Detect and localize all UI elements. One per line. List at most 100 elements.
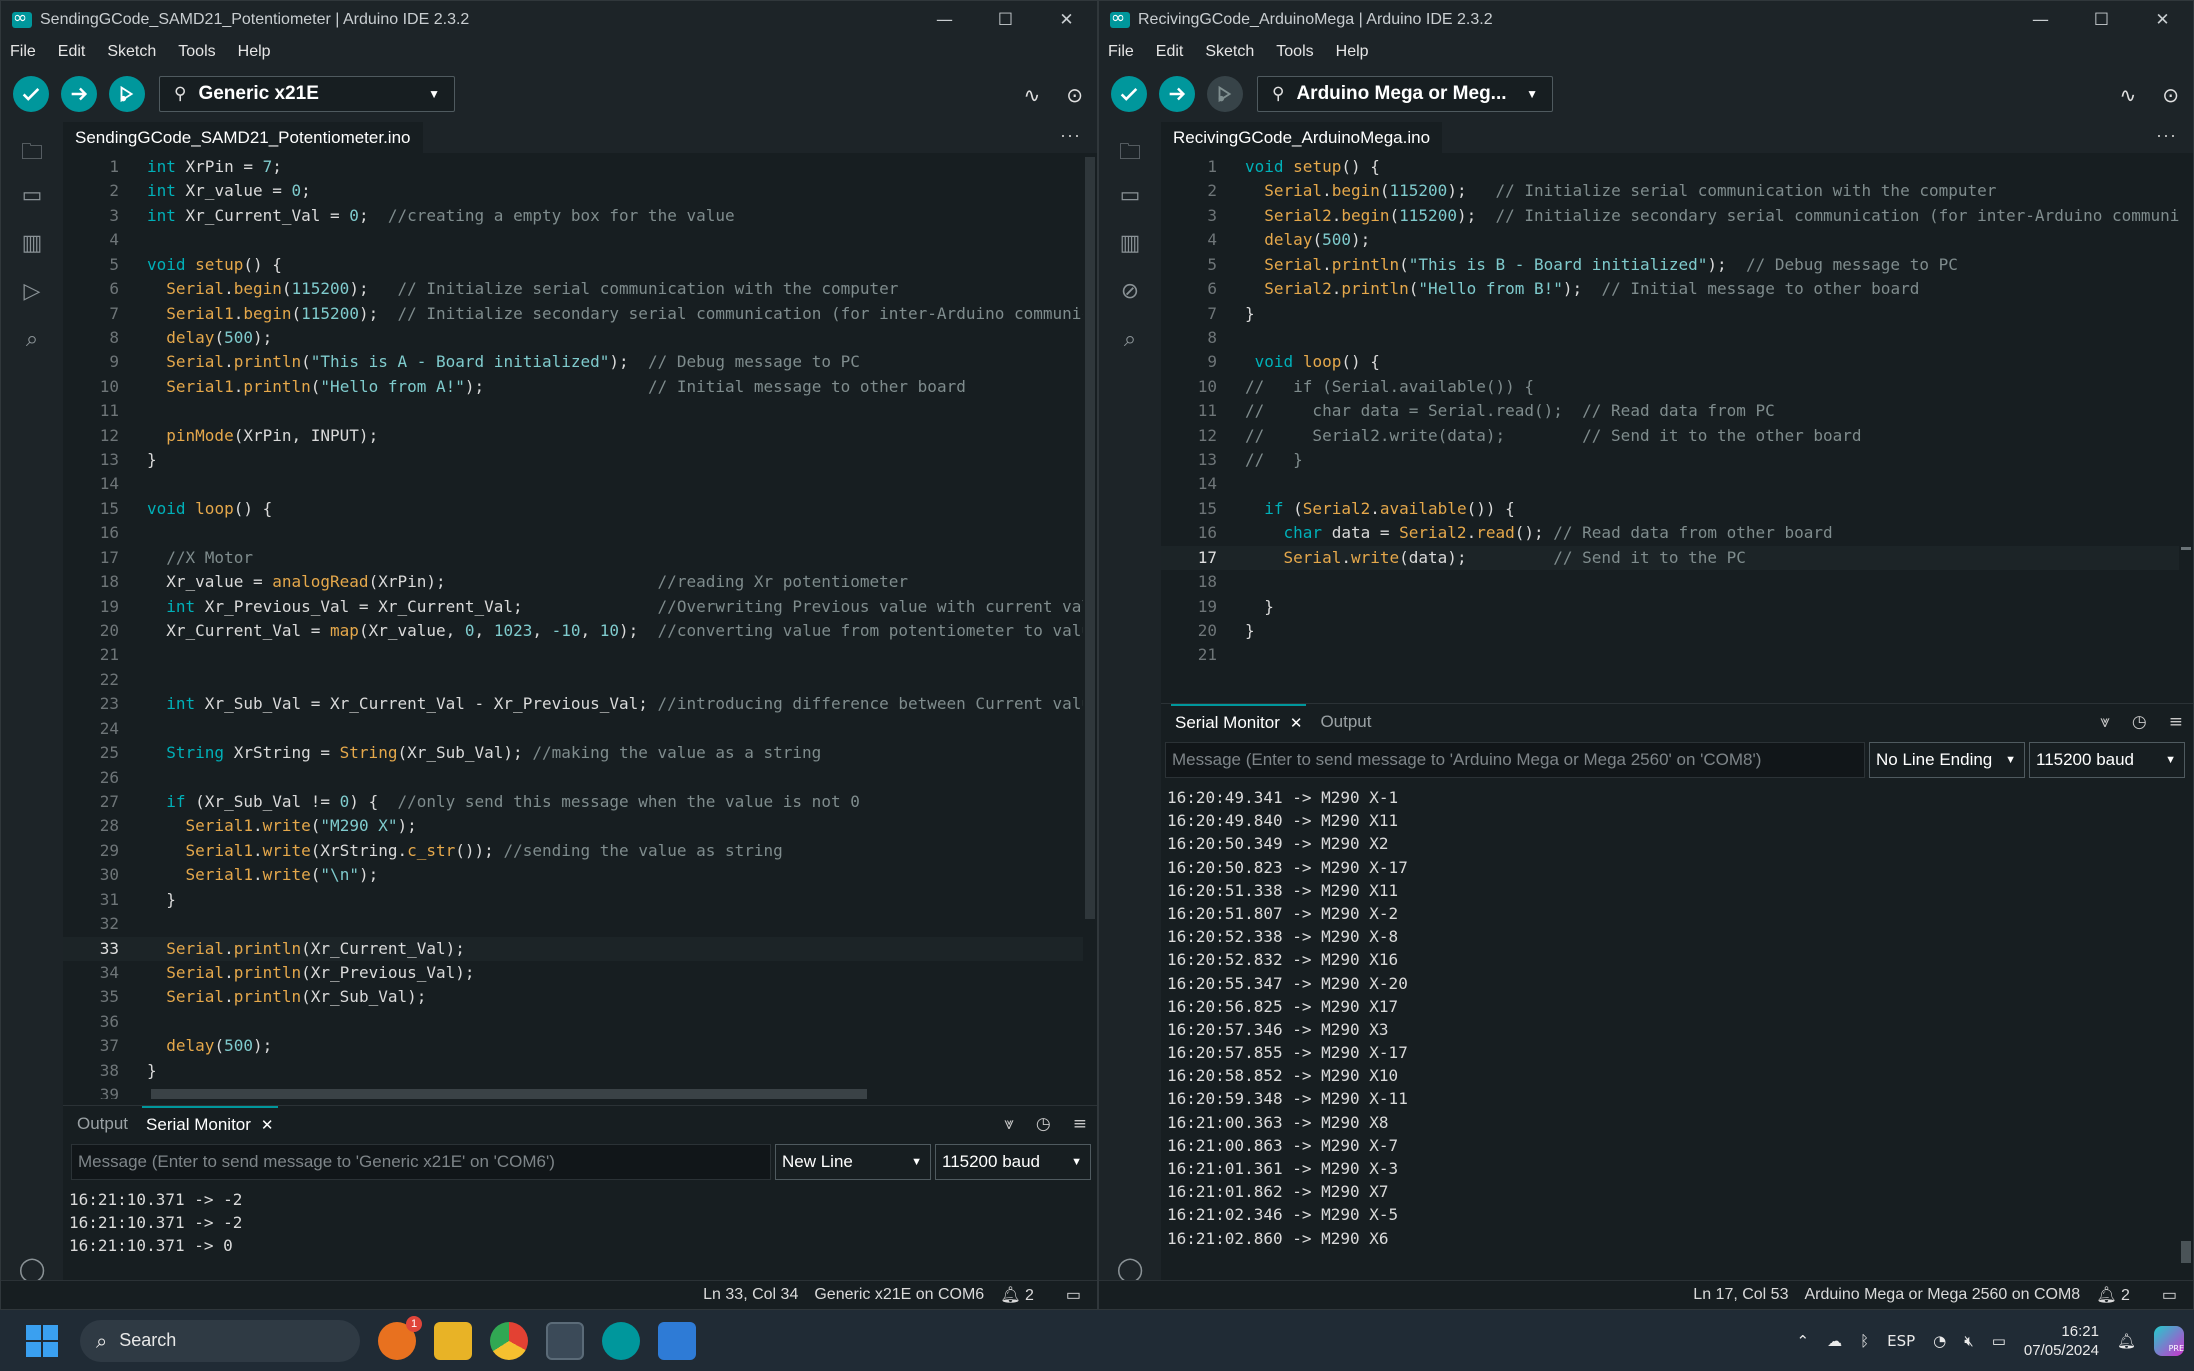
menu-tools[interactable]: Tools xyxy=(178,43,215,61)
close-icon[interactable]: ✕ xyxy=(261,1116,274,1134)
clear-output-icon[interactable]: ≡ xyxy=(1073,1114,1087,1134)
code-line[interactable]: 12 // Serial2.write(data); // Send it to … xyxy=(1161,424,2179,448)
code-line[interactable]: 18 Xr_value = analogRead(XrPin); //readi… xyxy=(63,570,1083,594)
folder-icon[interactable]: 🗀 xyxy=(1,135,63,165)
code-line[interactable]: 1 int XrPin = 7; xyxy=(63,155,1083,179)
code-line[interactable]: 9 Serial.println("This is A - Board init… xyxy=(63,350,1083,374)
serial-monitor-icon[interactable]: ⊙ xyxy=(1066,83,1083,107)
code-line[interactable]: 6 Serial.begin(115200); // Initialize se… xyxy=(63,277,1083,301)
upload-button[interactable] xyxy=(61,76,97,112)
autoscroll-icon[interactable]: ⩔ xyxy=(1004,1114,1014,1134)
bluetooth-icon[interactable]: ᛒ xyxy=(1860,1332,1869,1350)
language-indicator[interactable]: ESP xyxy=(1887,1332,1915,1350)
code-line[interactable]: 26 xyxy=(63,766,1083,790)
horizontal-scrollbar[interactable] xyxy=(151,1089,867,1099)
vertical-scrollbar[interactable] xyxy=(1085,157,1095,919)
app-icon-1[interactable]: 1 xyxy=(378,1315,422,1360)
baud-rate-select[interactable]: 115200 baud ▼ xyxy=(2029,742,2185,778)
menu-sketch[interactable]: Sketch xyxy=(1205,43,1254,61)
timestamp-icon[interactable]: ◷ xyxy=(2132,712,2147,732)
folder-icon[interactable]: 🗀 xyxy=(1099,135,1161,165)
code-line[interactable]: 7} xyxy=(1161,302,2179,326)
code-line[interactable]: 10 Serial1.println("Hello from A!"); // … xyxy=(63,375,1083,399)
code-line[interactable]: 36 xyxy=(63,1010,1083,1034)
code-line[interactable]: 12 pinMode(XrPin, INPUT); xyxy=(63,424,1083,448)
code-line[interactable]: 20} xyxy=(1161,619,2179,643)
battery-icon[interactable]: ▭ xyxy=(1992,1332,2006,1350)
account-icon[interactable]: ◯ xyxy=(1,1255,63,1283)
menu-sketch[interactable]: Sketch xyxy=(107,43,156,61)
menu-file[interactable]: File xyxy=(10,43,36,61)
more-icon[interactable]: ··· xyxy=(2156,125,2177,146)
code-line[interactable]: 24 xyxy=(63,717,1083,741)
code-line[interactable]: 28 Serial1.write("M290 X"); xyxy=(63,814,1083,838)
code-line[interactable]: 9 void loop() { xyxy=(1161,350,2179,374)
chrome-icon[interactable] xyxy=(490,1321,528,1360)
boards-manager-icon[interactable]: ▭ xyxy=(1099,183,1161,211)
code-line[interactable]: 20 Xr_Current_Val = map(Xr_value, 0, 102… xyxy=(63,619,1083,643)
onedrive-icon[interactable]: ☁ xyxy=(1827,1332,1842,1350)
code-line[interactable]: 5 void setup() { xyxy=(63,253,1083,277)
maximize-button[interactable]: ☐ xyxy=(2071,10,2132,30)
code-line[interactable]: 16 xyxy=(63,521,1083,545)
code-line[interactable]: 29 Serial1.write(XrString.c_str()); //se… xyxy=(63,839,1083,863)
code-line[interactable]: 17 Serial.write(data); // Send it to the… xyxy=(1161,545,2179,571)
arduino-ide-taskbar-icon[interactable] xyxy=(602,1321,640,1360)
maximize-button[interactable]: ☐ xyxy=(975,10,1036,30)
code-line[interactable]: 21 xyxy=(63,643,1083,667)
title-bar[interactable]: RecivingGCode_ArduinoMega | Arduino IDE … xyxy=(1099,1,2193,39)
code-line[interactable]: 17 //X Motor xyxy=(63,546,1083,570)
code-line[interactable]: 22 xyxy=(63,668,1083,692)
line-ending-select[interactable]: No Line Ending ▼ xyxy=(1869,742,2025,778)
autoscroll-icon[interactable]: ⩔ xyxy=(2100,712,2110,732)
code-line[interactable]: 14 xyxy=(63,472,1083,496)
code-line[interactable]: 5 Serial.println("This is B - Board init… xyxy=(1161,253,2179,277)
code-line[interactable]: 11 xyxy=(63,399,1083,423)
tab-serial-monitor[interactable]: Serial Monitor ✕ xyxy=(1171,704,1307,740)
debug-button[interactable] xyxy=(1207,76,1243,112)
code-line[interactable]: 31 } xyxy=(63,888,1083,912)
code-line[interactable]: 15 if (Serial2.available()) { xyxy=(1161,497,2179,521)
chevron-up-icon[interactable]: ⌃ xyxy=(1797,1332,1810,1350)
code-line[interactable]: 25 String XrString = String(Xr_Sub_Val);… xyxy=(63,741,1083,765)
code-line[interactable]: 18 xyxy=(1161,570,2179,594)
boards-manager-icon[interactable]: ▭ xyxy=(1,183,63,211)
upload-button[interactable] xyxy=(1159,76,1195,112)
close-button[interactable]: ✕ xyxy=(2132,10,2193,30)
code-line[interactable]: 2 int Xr_value = 0; xyxy=(63,179,1083,203)
timestamp-icon[interactable]: ◷ xyxy=(1036,1114,1051,1134)
serial-monitor-icon[interactable]: ⊙ xyxy=(2162,83,2179,107)
verify-button[interactable] xyxy=(1111,76,1147,112)
code-line[interactable]: 32 xyxy=(63,912,1083,936)
code-line[interactable]: 2 Serial.begin(115200); // Initialize se… xyxy=(1161,179,2179,203)
code-line[interactable]: 6 Serial2.println("Hello from B!"); // I… xyxy=(1161,277,2179,301)
cursor-position[interactable]: Ln 33, Col 34 xyxy=(703,1286,798,1304)
code-line[interactable]: 37 delay(500); xyxy=(63,1034,1083,1058)
code-line[interactable]: 10 // if (Serial.available()) { xyxy=(1161,375,2179,399)
code-line[interactable]: 14 xyxy=(1161,472,2179,496)
account-icon[interactable]: ◯ xyxy=(1099,1255,1161,1283)
snipping-tool-icon[interactable] xyxy=(546,1321,584,1360)
code-line[interactable]: 35 Serial.println(Xr_Sub_Val); xyxy=(63,985,1083,1009)
clear-output-icon[interactable]: ≡ xyxy=(2169,712,2183,732)
search-icon[interactable]: ⌕ xyxy=(1099,327,1161,355)
search-icon[interactable]: ⌕ xyxy=(1,327,63,355)
panel-toggle-icon[interactable]: ▭ xyxy=(1066,1285,1081,1305)
volume-muted-icon[interactable]: 🔇︎ xyxy=(1964,1332,1973,1350)
code-line[interactable]: 1 void setup() { xyxy=(1161,155,2179,179)
code-line[interactable]: 8 delay(500); xyxy=(63,326,1083,350)
notification-count[interactable]: 🔔︎ 2 xyxy=(1000,1285,1050,1305)
code-line[interactable]: 3 Serial2.begin(115200); // Initialize s… xyxy=(1161,204,2179,228)
minimize-button[interactable]: — xyxy=(2010,10,2071,30)
tab-serial-monitor[interactable]: Serial Monitor ✕ xyxy=(142,1106,278,1142)
code-line[interactable]: 8 xyxy=(1161,326,2179,350)
notifications-icon[interactable]: 🔔︎ xyxy=(2117,1332,2136,1350)
menu-help[interactable]: Help xyxy=(1336,43,1369,61)
debug-disabled-icon[interactable]: ⊘ xyxy=(1099,279,1161,307)
board-port-status[interactable]: Generic x21E on COM6 xyxy=(814,1286,984,1304)
code-line[interactable]: 19 } xyxy=(1161,595,2179,619)
code-line[interactable]: 21 xyxy=(1161,643,2179,667)
board-selector[interactable]: ⚲ Generic x21E ▼ xyxy=(159,76,455,112)
file-tab[interactable]: SendingGCode_SAMD21_Potentiometer.ino xyxy=(63,122,423,153)
photos-icon[interactable] xyxy=(658,1321,696,1360)
